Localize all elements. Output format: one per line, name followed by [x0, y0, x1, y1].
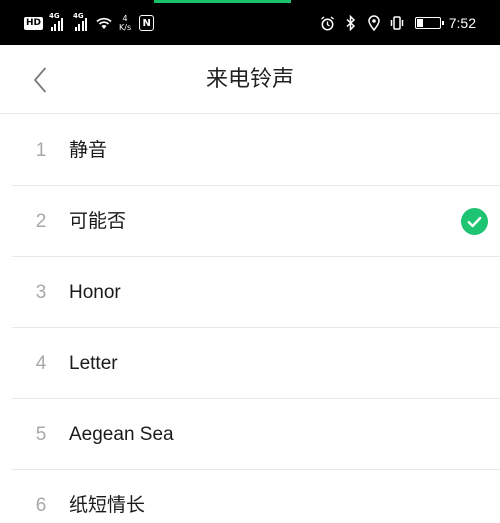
ringtone-name: 可能否 [69, 210, 127, 232]
status-right: 7:52 [313, 12, 476, 34]
ringtone-list: 1 静音 2 可能否 3 Honor 4 Letter 5 Aegean Sea… [0, 115, 500, 523]
status-bar: HD 4G 4G 4 K/s N 7:52 [0, 0, 500, 45]
chevron-left-icon [34, 67, 46, 93]
ringtone-item-4[interactable]: 4 Letter [0, 328, 500, 399]
vibrate-icon [389, 15, 405, 31]
ringtone-index: 1 [35, 140, 47, 161]
page-title: 来电铃声 [205, 67, 294, 92]
ringtone-index: 6 [35, 495, 47, 516]
ringtone-name: Honor [69, 282, 121, 303]
selected-check-icon [461, 208, 488, 235]
ringtone-index: 5 [35, 424, 47, 445]
status-accent-bar [154, 0, 291, 3]
back-button[interactable] [22, 62, 58, 98]
ringtone-name: 静音 [69, 139, 108, 161]
ringtone-item-5[interactable]: 5 Aegean Sea [0, 399, 500, 470]
title-bar: 来电铃声 [0, 45, 500, 114]
wifi-icon [96, 17, 112, 29]
ringtone-item-2[interactable]: 2 可能否 [0, 186, 500, 257]
hd-badge: HD [24, 16, 44, 30]
signal-sim2-icon: 4G [73, 12, 88, 31]
nfc-icon: N [139, 15, 155, 31]
ringtone-item-6[interactable]: 6 纸短情长 [0, 470, 500, 523]
ringtone-name: Letter [69, 353, 118, 374]
battery-icon [414, 17, 444, 29]
bluetooth-icon [343, 15, 359, 31]
location-icon [366, 15, 382, 31]
alarm-icon [320, 15, 336, 31]
ringtone-index: 3 [35, 282, 47, 303]
ringtone-name: Aegean Sea [69, 424, 174, 445]
status-left: HD 4G 4G 4 K/s N [24, 12, 155, 34]
signal-sim1-icon: 4G [49, 12, 64, 31]
ringtone-item-1[interactable]: 1 静音 [0, 115, 500, 186]
clock: 7:52 [448, 15, 476, 31]
ringtone-item-3[interactable]: 3 Honor [0, 257, 500, 328]
network-speed: 4 K/s [119, 14, 132, 32]
ringtone-index: 2 [35, 211, 47, 232]
ringtone-name: 纸短情长 [69, 494, 146, 516]
ringtone-index: 4 [35, 353, 47, 374]
